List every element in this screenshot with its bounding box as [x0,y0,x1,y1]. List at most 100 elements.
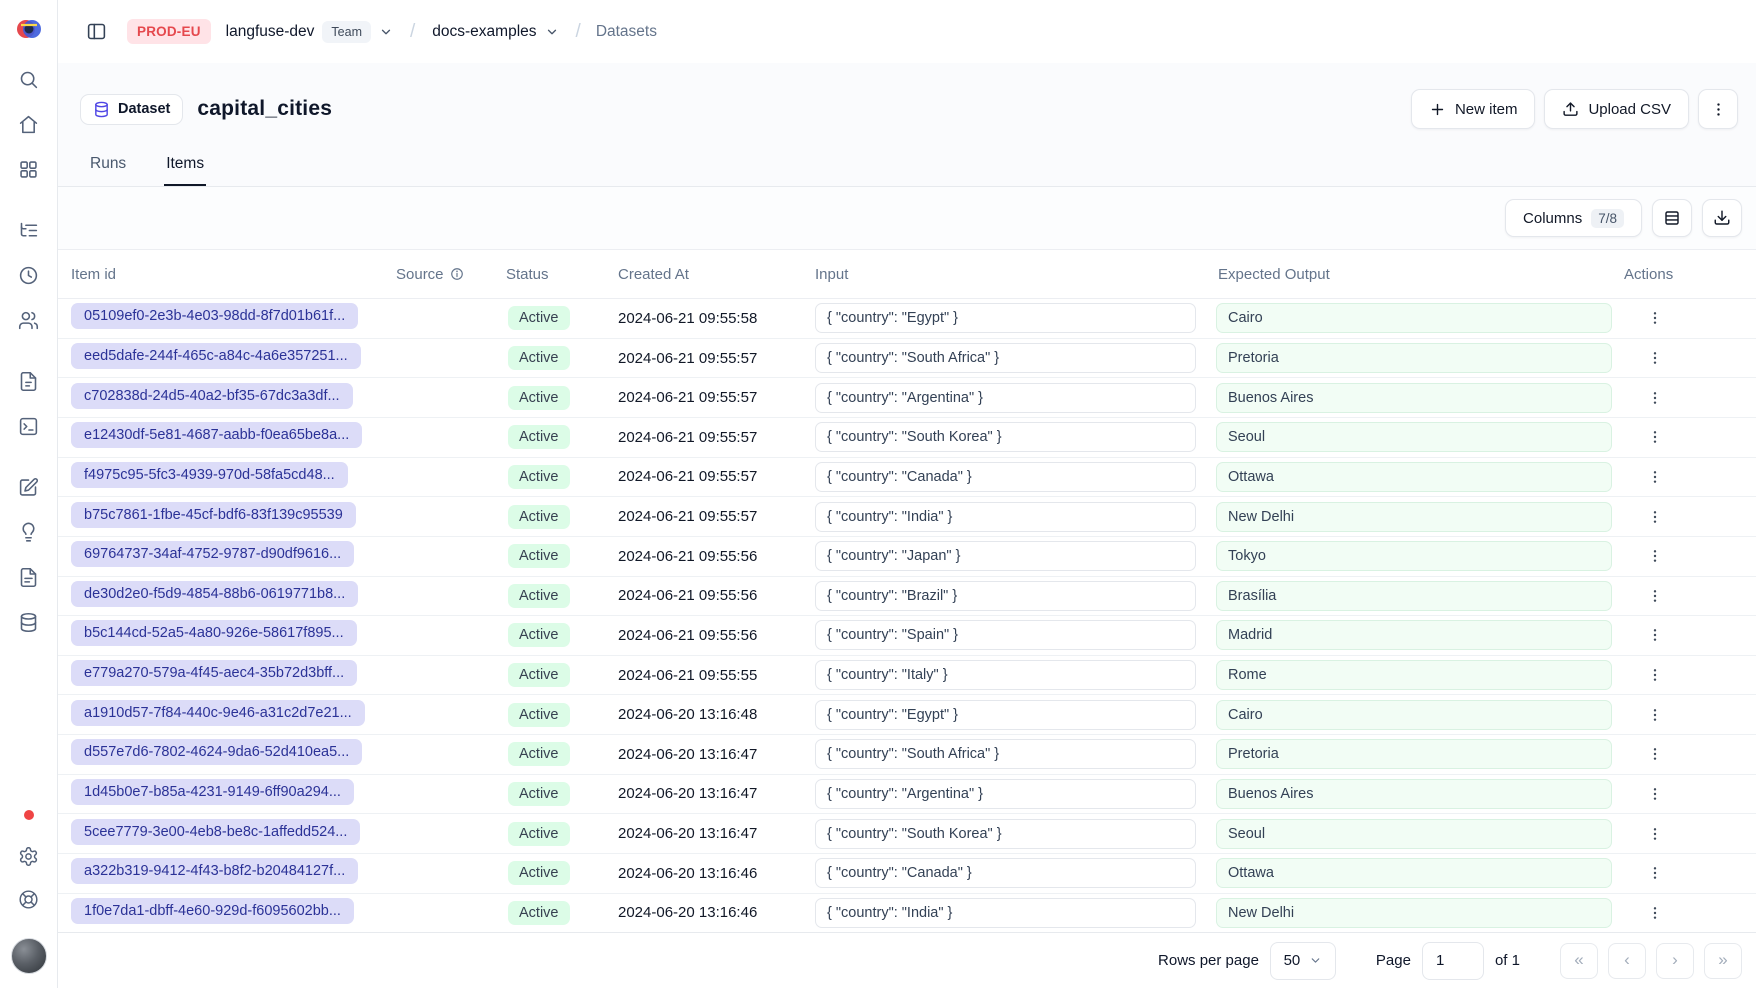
input-cell[interactable]: { "country": "Canada" } [815,858,1196,888]
expected-output-cell[interactable]: Brasília [1216,581,1612,611]
sessions-icon[interactable] [18,265,39,286]
playground-icon[interactable] [18,416,39,437]
row-actions-button[interactable] [1640,660,1670,690]
item-id-pill[interactable]: de30d2e0-f5d9-4854-88b6-0619771b8... [71,581,358,607]
org-switcher[interactable]: langfuse-dev Team [224,17,395,47]
item-id-pill[interactable]: 05109ef0-2e3b-4e03-98dd-8f7d01b61f... [71,303,358,329]
row-actions-button[interactable] [1640,502,1670,532]
support-icon[interactable] [18,889,39,910]
expected-output-cell[interactable]: Madrid [1216,620,1612,650]
row-actions-button[interactable] [1640,541,1670,571]
input-cell[interactable]: { "country": "South Africa" } [815,739,1196,769]
expected-output-cell[interactable]: New Delhi [1216,502,1612,532]
langfuse-logo[interactable] [15,15,43,43]
item-id-pill[interactable]: 5cee7779-3e00-4eb8-be8c-1affedd524... [71,819,360,845]
page-number-input[interactable] [1422,942,1484,980]
item-id-pill[interactable]: b5c144cd-52a5-4a80-926e-58617f895... [71,620,357,646]
upload-csv-button[interactable]: Upload CSV [1544,89,1689,129]
expected-output-cell[interactable]: Ottawa [1216,858,1612,888]
expected-output-cell[interactable]: Cairo [1216,700,1612,730]
input-cell[interactable]: { "country": "South Africa" } [815,343,1196,373]
rows-per-page-label: Rows per page [1158,952,1259,969]
item-id-pill[interactable]: e12430df-5e81-4687-aabb-f0ea65be8a... [71,422,362,448]
expected-output-cell[interactable]: New Delhi [1216,898,1612,928]
item-id-pill[interactable]: d557e7d6-7802-4624-9da6-52d410ea5... [71,739,362,765]
new-item-button[interactable]: New item [1411,89,1536,129]
first-page-button[interactable]: « [1560,943,1598,979]
input-cell[interactable]: { "country": "Egypt" } [815,700,1196,730]
breadcrumb-section[interactable]: Datasets [596,23,657,41]
expected-output-cell[interactable]: Buenos Aires [1216,779,1612,809]
tab-items[interactable]: Items [164,155,206,186]
input-cell[interactable]: { "country": "Brazil" } [815,581,1196,611]
export-button[interactable] [1702,199,1742,237]
item-id-pill[interactable]: 69764737-34af-4752-9787-d90df9616... [71,541,354,567]
dashboards-icon[interactable] [18,159,39,180]
settings-gear-icon[interactable] [18,846,39,867]
columns-button[interactable]: Columns 7/8 [1505,199,1642,237]
expected-output-cell[interactable]: Buenos Aires [1216,383,1612,413]
row-actions-button[interactable] [1640,700,1670,730]
expected-output-cell[interactable]: Tokyo [1216,541,1612,571]
item-id-pill[interactable]: 1d45b0e7-b85a-4231-9149-6ff90a294... [71,779,354,805]
user-avatar[interactable] [11,938,47,974]
row-actions-button[interactable] [1640,383,1670,413]
item-id-pill[interactable]: e779a270-579a-4f45-aec4-35b72d3bff... [71,660,357,686]
info-icon[interactable] [450,267,464,281]
row-actions-button[interactable] [1640,739,1670,769]
item-id-pill[interactable]: a1910d57-7f84-440c-9e46-a31c2d7e21... [71,700,365,726]
page-actions-button[interactable] [1698,89,1738,129]
row-actions-button[interactable] [1640,779,1670,809]
item-id-pill[interactable]: a322b319-9412-4f43-b8f2-b20484127f... [71,858,358,884]
expected-output-cell[interactable]: Pretoria [1216,739,1612,769]
input-cell[interactable]: { "country": "India" } [815,898,1196,928]
item-id-pill[interactable]: 1f0e7da1-dbff-4e60-929d-f6095602bb... [71,898,354,924]
item-id-pill[interactable]: b75c7861-1fbe-45cf-bdf6-83f139c95539 [71,502,356,528]
project-switcher[interactable]: docs-examples [430,19,560,45]
tab-runs[interactable]: Runs [88,155,128,186]
prompts-icon[interactable] [18,477,39,498]
next-page-button[interactable]: › [1656,943,1694,979]
input-cell[interactable]: { "country": "South Korea" } [815,422,1196,452]
row-actions-button[interactable] [1640,422,1670,452]
expected-output-cell[interactable]: Cairo [1216,303,1612,333]
input-cell[interactable]: { "country": "India" } [815,502,1196,532]
row-height-button[interactable] [1652,199,1692,237]
item-id-pill[interactable]: eed5dafe-244f-465c-a84c-4a6e357251... [71,343,361,369]
previous-page-button[interactable]: ‹ [1608,943,1646,979]
item-id-pill[interactable]: f4975c95-5fc3-4939-970d-58fa5cd48... [71,462,348,488]
tracing-icon[interactable] [18,220,39,241]
row-actions-button[interactable] [1640,620,1670,650]
item-id-pill[interactable]: c702838d-24d5-40a2-bf35-67dc3a3df... [71,383,353,409]
expected-output-cell[interactable]: Rome [1216,660,1612,690]
last-page-button[interactable]: » [1704,943,1742,979]
row-actions-button[interactable] [1640,898,1670,928]
expected-output-cell[interactable]: Pretoria [1216,343,1612,373]
row-actions-button[interactable] [1640,581,1670,611]
input-cell[interactable]: { "country": "Argentina" } [815,779,1196,809]
input-cell[interactable]: { "country": "Italy" } [815,660,1196,690]
input-cell[interactable]: { "country": "Egypt" } [815,303,1196,333]
row-actions-button[interactable] [1640,343,1670,373]
row-actions-button[interactable] [1640,462,1670,492]
expected-output-cell[interactable]: Ottawa [1216,462,1612,492]
search-icon[interactable] [18,69,39,90]
users-icon[interactable] [18,310,39,331]
row-actions-button[interactable] [1640,303,1670,333]
annotation-icon[interactable] [18,567,39,588]
input-cell[interactable]: { "country": "Canada" } [815,462,1196,492]
input-cell[interactable]: { "country": "Spain" } [815,620,1196,650]
input-cell[interactable]: { "country": "Japan" } [815,541,1196,571]
expected-output-cell[interactable]: Seoul [1216,819,1612,849]
expected-output-cell[interactable]: Seoul [1216,422,1612,452]
datasets-icon[interactable] [18,612,39,633]
home-icon[interactable] [18,114,39,135]
input-cell[interactable]: { "country": "South Korea" } [815,819,1196,849]
row-actions-button[interactable] [1640,858,1670,888]
sidebar-toggle-button[interactable] [78,14,114,50]
row-actions-button[interactable] [1640,819,1670,849]
scores-icon[interactable] [18,371,39,392]
evaluation-icon[interactable] [18,522,39,543]
rows-per-page-select[interactable]: 50 [1270,942,1336,980]
input-cell[interactable]: { "country": "Argentina" } [815,383,1196,413]
